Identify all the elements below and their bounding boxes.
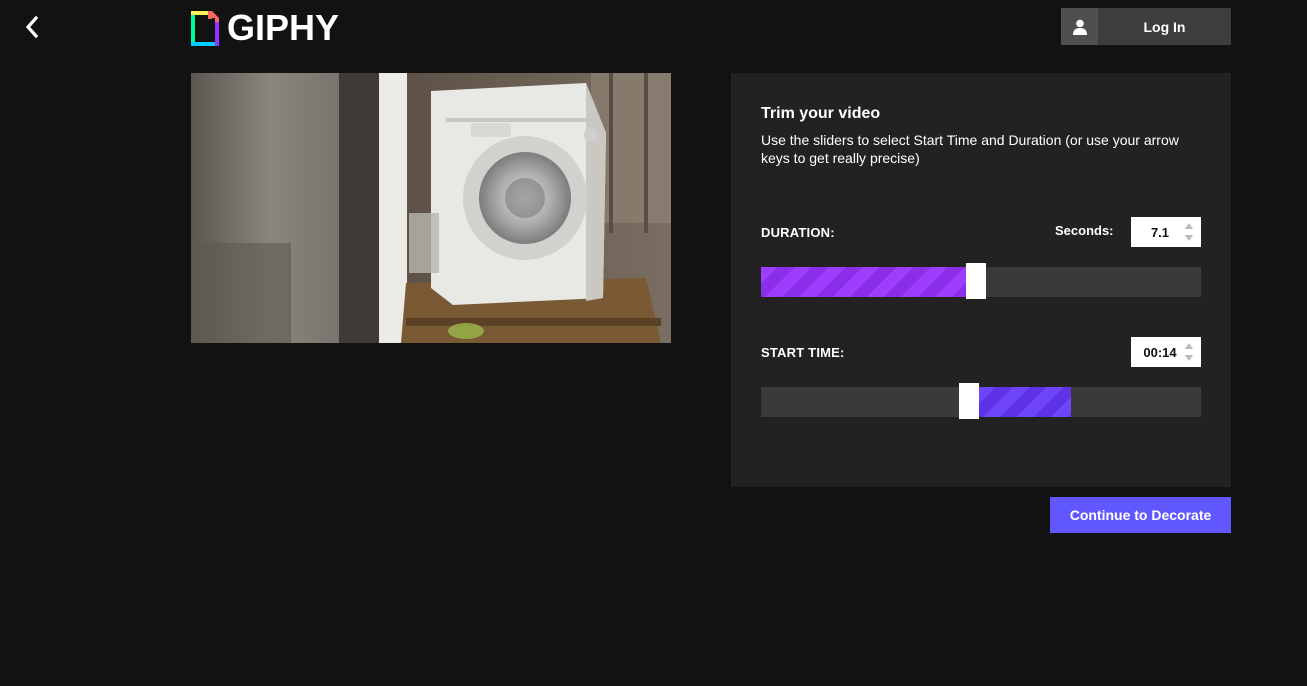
duration-label: DURATION: xyxy=(761,225,835,240)
video-frame xyxy=(191,73,671,343)
user-icon-box xyxy=(1061,8,1098,45)
logo-wordmark: GIPHY xyxy=(227,7,340,48)
seconds-label: Seconds: xyxy=(1055,223,1114,238)
start-time-spinner[interactable] xyxy=(1184,343,1193,361)
duration-slider[interactable] xyxy=(761,263,1201,299)
login-button[interactable]: Log In xyxy=(1061,8,1231,45)
chevron-left-icon xyxy=(25,16,39,38)
caret-down-icon[interactable] xyxy=(1184,355,1193,361)
page: GIPHY Log In Trim your video Use the sli… xyxy=(0,0,1307,686)
start-time-selection-fill xyxy=(979,387,1071,417)
start-time-value: 00:14 xyxy=(1143,344,1177,360)
giphy-logo-icon xyxy=(191,10,219,46)
duration-seconds-value: 7.1 xyxy=(1150,224,1170,240)
video-preview[interactable] xyxy=(191,73,671,343)
start-time-slider-thumb[interactable] xyxy=(959,383,979,419)
giphy-logo[interactable]: GIPHY xyxy=(191,10,339,46)
continue-to-decorate-button[interactable]: Continue to Decorate xyxy=(1050,497,1231,533)
login-label: Log In xyxy=(1143,18,1186,35)
start-time-input[interactable]: 00:14 xyxy=(1131,337,1201,367)
trim-title: Trim your video xyxy=(761,105,881,122)
duration-seconds-input[interactable]: 7.1 xyxy=(1131,217,1201,247)
back-button[interactable] xyxy=(18,12,46,42)
duration-slider-thumb[interactable] xyxy=(966,263,986,299)
duration-slider-fill xyxy=(761,267,968,297)
caret-down-icon[interactable] xyxy=(1184,235,1193,241)
caret-up-icon[interactable] xyxy=(1184,223,1193,229)
user-icon xyxy=(1072,19,1087,35)
caret-up-icon[interactable] xyxy=(1184,343,1193,349)
trim-description: Use the sliders to select Start Time and… xyxy=(761,132,1179,166)
trim-panel: Trim your video Use the sliders to selec… xyxy=(731,73,1231,487)
start-time-label: START TIME: xyxy=(761,345,845,360)
start-time-slider[interactable] xyxy=(761,383,1201,419)
duration-spinner[interactable] xyxy=(1184,223,1193,241)
